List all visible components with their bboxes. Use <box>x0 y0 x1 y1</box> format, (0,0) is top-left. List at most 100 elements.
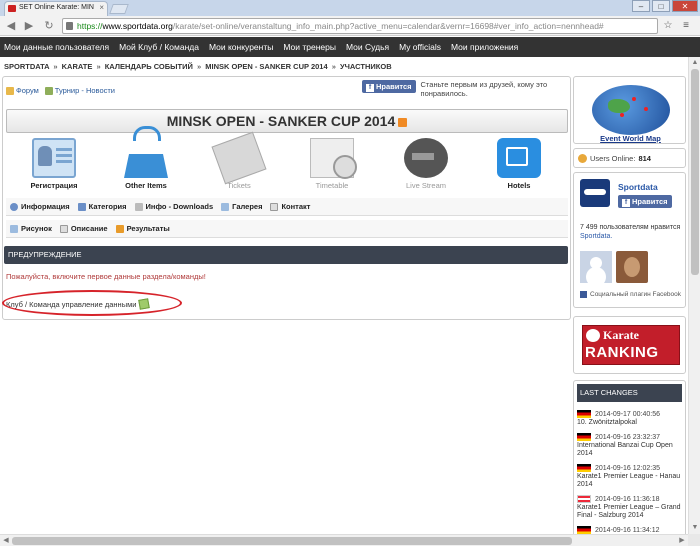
scroll-down-icon[interactable]: ▼ <box>691 524 699 532</box>
browser-tab[interactable]: SET Online Karate: MIN × <box>4 1 108 16</box>
tab-results[interactable]: Результаты <box>115 224 170 233</box>
new-tab-button[interactable] <box>109 4 129 14</box>
address-bar[interactable]: https://www.sportdata.org/karate/set-onl… <box>62 18 658 34</box>
users-online-count: 814 <box>638 154 651 163</box>
event-world-map-link[interactable]: Event World Map <box>574 134 687 143</box>
facebook-like-button[interactable]: f Нравится <box>362 80 416 93</box>
globe-icon <box>592 85 670 135</box>
scroll-left-icon[interactable]: ◀ <box>2 537 10 545</box>
browser-menu-icon[interactable]: ≡ <box>680 20 692 32</box>
drawing-icon <box>10 224 18 233</box>
flag-germany-icon <box>577 433 591 441</box>
horizontal-scrollbar[interactable]: ◀ ▶ <box>0 534 688 546</box>
tab-drawing[interactable]: Рисунок <box>10 224 52 233</box>
world-map-box[interactable]: Event World Map <box>573 76 686 144</box>
forward-button[interactable]: ▶ <box>22 19 36 33</box>
site-nav: Мои данные пользователя Мой Клуб / Коман… <box>0 37 700 57</box>
window-close-button[interactable]: ✕ <box>672 0 698 12</box>
maximize-button[interactable]: □ <box>652 0 670 12</box>
tab-contact[interactable]: Контакт <box>270 202 310 211</box>
nav-my-referees[interactable]: Мои Судья <box>346 42 389 52</box>
change-title: Karate1 Premier League - Hanau 2014 <box>577 472 681 488</box>
tab-information[interactable]: Информация <box>10 202 70 211</box>
list-item[interactable]: 2014-09-17 00:40:56 10. Zwönitztalpokal <box>577 410 685 427</box>
breadcrumb-separator: » <box>53 62 58 71</box>
menu-label: Live Stream <box>405 181 447 190</box>
list-item[interactable]: 2014-09-16 23:32:37 International Banzai… <box>577 433 685 458</box>
menu-timetable[interactable]: Timetable <box>292 138 372 190</box>
breadcrumb-calendar[interactable]: КАЛЕНДАРЬ СОБЫТИЙ <box>105 62 193 71</box>
scroll-right-icon[interactable]: ▶ <box>678 537 686 545</box>
url-path: /karate/set-online/veranstaltung_info_ma… <box>172 21 604 31</box>
list-item[interactable]: 2014-09-16 11:36:18 Karate1 Premier Leag… <box>577 495 685 520</box>
avatar[interactable] <box>616 251 648 283</box>
sportdata-logo[interactable] <box>580 179 610 207</box>
tab-close-icon[interactable]: × <box>99 3 104 12</box>
change-date: 2014-09-16 11:36:18 <box>595 495 660 503</box>
horizontal-scroll-thumb[interactable] <box>12 537 572 545</box>
tournament-news-link[interactable]: Турнир - Новости <box>44 86 115 96</box>
menu-hotels[interactable]: Hotels <box>479 138 559 190</box>
karate-ranking-box[interactable]: Karate RANKING <box>573 316 686 374</box>
results-icon <box>115 224 124 233</box>
change-title: Karate1 Premier League – Grand Final - S… <box>577 503 681 519</box>
timetable-icon <box>310 138 357 179</box>
tab-description[interactable]: Описание <box>59 224 108 233</box>
users-online-label: Users Online: <box>590 154 636 163</box>
tab-label: Результаты <box>126 224 170 233</box>
nav-my-club-team[interactable]: Мой Клуб / Команда <box>119 42 199 52</box>
breadcrumb: SPORTDATA » KARATE » КАЛЕНДАРЬ СОБЫТИЙ »… <box>4 62 392 71</box>
flag-germany-icon <box>577 464 591 472</box>
map-pin-icon <box>632 97 636 101</box>
tab-category[interactable]: Категория <box>77 202 127 211</box>
menu-registration[interactable]: Регистрация <box>14 138 94 190</box>
nav-my-competitors[interactable]: Мои конкуренты <box>209 42 273 52</box>
tab-label: Галерея <box>232 202 263 211</box>
nav-my-applications[interactable]: Мои приложения <box>451 42 518 52</box>
sportdata-like-button[interactable]: f Нравится <box>618 195 672 208</box>
tab-info-downloads[interactable]: Инфо - Downloads <box>134 202 213 211</box>
karate-ranking-banner[interactable]: Karate RANKING <box>582 325 680 365</box>
users-icon <box>578 154 587 163</box>
flag-germany-icon <box>577 410 591 418</box>
nav-my-coaches[interactable]: Мои тренеры <box>283 42 336 52</box>
breadcrumb-participants[interactable]: УЧАСТНИКОВ <box>340 62 392 71</box>
vertical-scroll-thumb[interactable] <box>691 69 699 275</box>
forum-link[interactable]: Форум <box>6 86 39 96</box>
tab-gallery[interactable]: Галерея <box>221 202 262 211</box>
window-controls: – □ ✕ <box>632 0 698 12</box>
info-icon <box>10 202 18 211</box>
breadcrumb-sportdata[interactable]: SPORTDATA <box>4 62 49 71</box>
menu-label: Timetable <box>315 181 349 190</box>
scroll-up-icon[interactable]: ▲ <box>691 59 699 67</box>
last-changes-header: LAST CHANGES <box>577 384 682 402</box>
scrollbar-corner <box>688 534 700 546</box>
nav-my-user-data[interactable]: Мои данные пользователя <box>4 42 109 52</box>
warning-message: Пожалуйста, включите первое данные разде… <box>6 272 206 281</box>
basket-icon <box>124 126 168 178</box>
menu-tickets[interactable]: Tickets <box>199 131 279 190</box>
bookmark-star-icon[interactable]: ☆ <box>662 20 674 32</box>
facebook-icon: f <box>622 199 630 207</box>
avatar[interactable] <box>580 251 612 283</box>
vertical-scrollbar[interactable]: ▲ ▼ <box>688 57 700 534</box>
menu-live-stream[interactable]: Live Stream <box>386 138 466 190</box>
rss-icon[interactable] <box>398 117 408 127</box>
lock-icon <box>66 22 73 30</box>
menu-label: Регистрация <box>30 181 78 190</box>
breadcrumb-karate[interactable]: KARATE <box>62 62 93 71</box>
fans-page-link[interactable]: Sportdata. <box>580 233 612 240</box>
minimize-button[interactable]: – <box>632 0 650 12</box>
back-button[interactable]: ◀ <box>4 19 18 33</box>
breadcrumb-event[interactable]: MINSK OPEN - SANKER CUP 2014 <box>205 62 327 71</box>
nav-my-officials[interactable]: My officials <box>399 42 441 52</box>
registration-icon <box>32 138 76 178</box>
gallery-icon <box>221 202 230 211</box>
reload-button[interactable]: ↻ <box>42 19 56 33</box>
change-date: 2014-09-17 00:40:56 <box>595 410 660 418</box>
sportdata-like-label: Нравится <box>632 197 668 206</box>
list-item[interactable]: 2014-09-16 12:02:35 Karate1 Premier Leag… <box>577 464 685 489</box>
menu-other-items[interactable]: Other Items <box>106 126 186 190</box>
ranking-top-label: Karate <box>603 328 639 342</box>
sportdata-page-name[interactable]: Sportdata <box>618 182 658 192</box>
